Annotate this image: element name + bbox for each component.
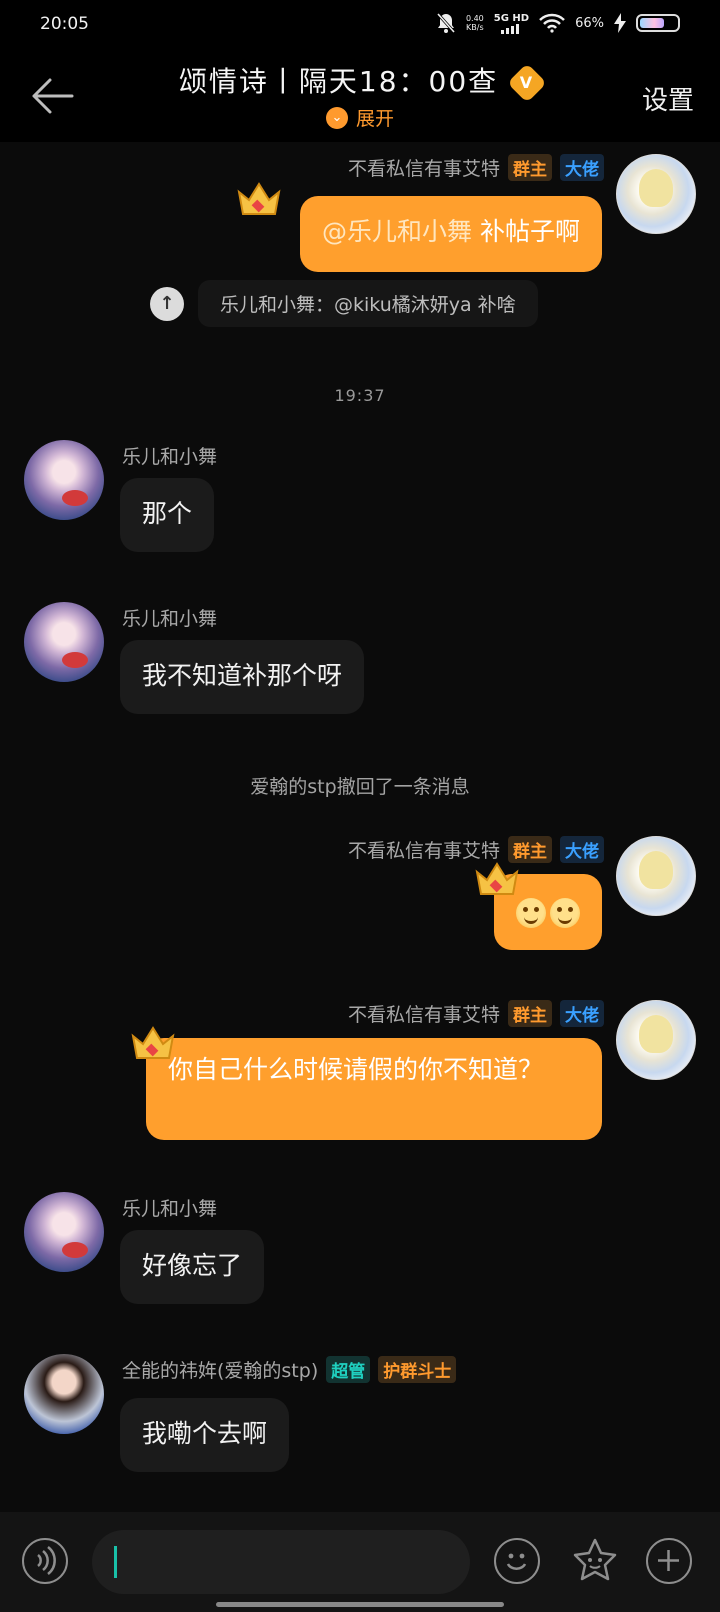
vip-badge-icon: V xyxy=(507,63,547,103)
message-item: 不看私信有事艾特 群主 大佬 xyxy=(0,832,720,962)
crown-icon xyxy=(475,862,519,895)
sender-row: 乐儿和小舞 xyxy=(122,604,217,631)
admin-tag: 超管 xyxy=(326,1356,371,1383)
recall-notice: 爱翰的stp撤回了一条消息 xyxy=(250,776,470,798)
sticker-button[interactable] xyxy=(570,1536,620,1586)
smile-emoji-icon xyxy=(550,898,580,928)
net-speed: 0.40 KB/s xyxy=(466,14,484,32)
signal-icon xyxy=(501,23,520,34)
avatar[interactable] xyxy=(24,440,104,520)
message-bubble[interactable]: 好像忘了 xyxy=(120,1230,265,1304)
owner-tag: 群主 xyxy=(508,154,552,181)
sender-row: 不看私信有事艾特 群主 大佬 xyxy=(348,1000,604,1027)
sender-row: 不看私信有事艾特 群主 大佬 xyxy=(348,836,604,863)
quoted-reply[interactable]: ↑ 乐儿和小舞：@kiku橘沐妍ya 补啥 xyxy=(150,280,538,327)
message-item: 全能的祎姩(爱翰的stp) 超管 护群斗士 我嘞个去啊 xyxy=(0,1354,720,1494)
status-time: 20:05 xyxy=(40,14,89,34)
sender-name[interactable]: 不看私信有事艾特 xyxy=(348,154,500,181)
avatar[interactable] xyxy=(24,602,104,682)
message-item: 乐儿和小舞 我不知道补那个呀 xyxy=(0,602,720,722)
message-text: 我嘞个去啊 xyxy=(142,1419,268,1448)
text-caret xyxy=(114,1546,117,1578)
battery-level xyxy=(640,18,664,28)
plus-button[interactable] xyxy=(646,1538,692,1584)
sender-row: 不看私信有事艾特 群主 大佬 xyxy=(348,154,604,181)
message-bubble[interactable]: 那个 xyxy=(120,478,215,552)
avatar[interactable] xyxy=(616,1000,696,1080)
status-bar: 20:05 0.40 KB/s 5G HD 66% xyxy=(0,0,720,52)
wifi-icon xyxy=(539,13,565,33)
message-bubble[interactable]: 你自己什么时候请假的你不知道？ xyxy=(146,1038,602,1140)
boss-tag: 大佬 xyxy=(560,836,604,863)
plus-icon xyxy=(658,1550,679,1571)
sender-row: 乐儿和小舞 xyxy=(122,1194,217,1221)
sticker-icon xyxy=(573,1538,617,1581)
guardian-tag: 护群斗士 xyxy=(378,1356,457,1383)
sender-name[interactable]: 乐儿和小舞 xyxy=(122,442,217,469)
expand-label: 展开 xyxy=(355,108,394,130)
message-item: 乐儿和小舞 那个 xyxy=(0,440,720,560)
message-text: 我不知道补那个呀 xyxy=(142,661,343,690)
message-text: 你自己什么时候请假的你不知道？ xyxy=(168,1055,544,1084)
owner-tag: 群主 xyxy=(508,836,552,863)
settings-button[interactable]: 设置 xyxy=(642,80,694,117)
mute-bell-icon xyxy=(436,13,456,33)
boss-tag: 大佬 xyxy=(560,154,604,181)
sender-row: 乐儿和小舞 xyxy=(122,442,217,469)
message-bubble[interactable]: 我嘞个去啊 xyxy=(120,1398,290,1472)
vip-badge-label: V xyxy=(519,73,535,92)
emoji-icon xyxy=(506,1553,527,1570)
sender-name[interactable]: 乐儿和小舞 xyxy=(122,1194,217,1221)
sender-name[interactable]: 乐儿和小舞 xyxy=(122,604,217,631)
sender-name[interactable]: 不看私信有事艾特 xyxy=(348,836,500,863)
avatar[interactable] xyxy=(24,1354,104,1434)
network-indicator: 5G HD xyxy=(494,13,529,34)
avatar[interactable] xyxy=(616,154,696,234)
charging-icon xyxy=(614,13,626,33)
quote-text: 乐儿和小舞：@kiku橘沐妍ya 补啥 xyxy=(198,280,538,327)
avatar[interactable] xyxy=(24,1192,104,1272)
arrow-up-icon[interactable]: ↑ xyxy=(150,286,184,321)
net-speed-unit: KB/s xyxy=(466,23,484,32)
sender-row: 全能的祎姩(爱翰的stp) 超管 护群斗士 xyxy=(122,1356,457,1383)
message-bubble[interactable]: 我不知道补那个呀 xyxy=(120,640,365,714)
message-text: 那个 xyxy=(142,499,193,528)
message-text: 好像忘了 xyxy=(142,1251,243,1280)
group-title-text: 颂情诗丨隔天18：00查 xyxy=(178,65,499,98)
crown-icon xyxy=(237,182,281,215)
home-indicator xyxy=(216,1602,504,1607)
message-bubble[interactable]: @乐儿和小舞 补帖子啊 xyxy=(300,196,602,272)
avatar[interactable] xyxy=(616,836,696,916)
sender-name[interactable]: 全能的祎姩(爱翰的stp) xyxy=(122,1356,318,1383)
message-text: 补帖子啊 xyxy=(472,217,580,246)
timestamp: 19:37 xyxy=(334,386,386,405)
message-input[interactable] xyxy=(92,1530,470,1594)
expand-toggle[interactable]: ⌄ 展开 xyxy=(0,104,720,131)
input-bar xyxy=(0,1512,720,1612)
group-title[interactable]: 颂情诗丨隔天18：00查 V xyxy=(0,60,720,103)
boss-tag: 大佬 xyxy=(560,1000,604,1027)
battery-percent: 66% xyxy=(575,15,604,31)
mention-link[interactable]: @乐儿和小舞 xyxy=(322,217,472,246)
status-icons: 0.40 KB/s 5G HD 66% xyxy=(436,12,680,34)
owner-tag: 群主 xyxy=(508,1000,552,1027)
crown-icon xyxy=(131,1026,175,1059)
net-speed-value: 0.40 xyxy=(465,14,484,23)
chevron-down-icon: ⌄ xyxy=(325,106,348,129)
smile-emoji-icon xyxy=(516,898,546,928)
network-label: 5G HD xyxy=(493,12,530,24)
voice-button[interactable] xyxy=(22,1538,68,1584)
chat-header: 颂情诗丨隔天18：00查 V ⌄ 展开 设置 xyxy=(0,52,720,142)
emoji-button[interactable] xyxy=(494,1538,540,1584)
battery-icon xyxy=(636,14,680,32)
message-item: 不看私信有事艾特 群主 大佬 @乐儿和小舞 补帖子啊 xyxy=(0,142,720,272)
chat-area[interactable]: 不看私信有事艾特 群主 大佬 @乐儿和小舞 补帖子啊 ↑ 乐儿和小舞：@kiku… xyxy=(0,142,720,1512)
voice-icon xyxy=(37,1546,56,1575)
message-item: 乐儿和小舞 好像忘了 xyxy=(0,1192,720,1312)
message-item: 不看私信有事艾特 群主 大佬 你自己什么时候请假的你不知道？ xyxy=(0,996,720,1156)
sender-name[interactable]: 不看私信有事艾特 xyxy=(348,1000,500,1027)
